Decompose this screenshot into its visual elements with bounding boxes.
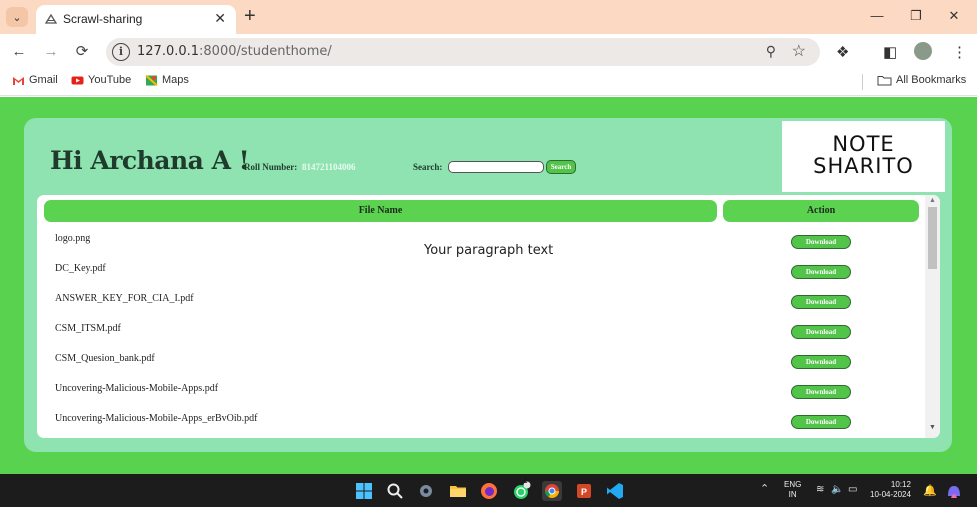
chevron-down-icon: ⌄ <box>12 11 22 24</box>
wifi-icon[interactable]: ≋ <box>816 484 824 495</box>
tab-title: Scrawl-sharing <box>63 12 143 26</box>
download-button[interactable]: Download <box>791 325 851 339</box>
file-name-cell: CSM_ITSM.pdf <box>55 323 121 334</box>
bookmark-gmail[interactable]: Gmail <box>12 74 58 86</box>
search-button[interactable]: Search <box>546 160 576 174</box>
table-row: Uncovering-Malicious-Mobile-Apps_erBvOib… <box>37 410 923 438</box>
folder-icon <box>877 75 892 85</box>
file-name-cell: DC_Key.pdf <box>55 263 106 274</box>
minimize-button[interactable]: — <box>867 8 887 23</box>
roll-number-label: Roll Number: <box>244 162 298 172</box>
files-table: File Name Action logo.png Download DC_Ke… <box>37 195 940 438</box>
file-name-cell: ANSWER_KEY_FOR_CIA_I.pdf <box>55 293 194 304</box>
bookmarks-divider <box>862 74 863 90</box>
chrome-icon[interactable] <box>542 481 562 501</box>
placeholder-paragraph: Your paragraph text <box>424 243 554 258</box>
download-button[interactable]: Download <box>791 295 851 309</box>
restore-button[interactable]: ❐ <box>906 8 926 24</box>
action-header: Action <box>723 200 919 222</box>
tab-close-icon[interactable]: ✕ <box>214 10 226 27</box>
menu-kebab-icon[interactable]: ⋮ <box>952 43 967 61</box>
youtube-icon <box>71 76 84 84</box>
search-input[interactable] <box>448 161 544 173</box>
profile-avatar[interactable] <box>914 42 932 60</box>
download-button[interactable]: Download <box>791 355 851 369</box>
download-button[interactable]: Download <box>791 415 851 429</box>
file-name-header: File Name <box>44 200 717 222</box>
windows-taskbar: 2 P ⌃ ENG IN ≋ 🔈 ▭ 10:12 10-04-2024 🔔 <box>0 474 977 507</box>
search-label: Search: <box>413 162 443 172</box>
window-close-button[interactable]: ✕ <box>944 8 964 24</box>
file-name-cell: CSM_Quesion_bank.pdf <box>55 353 155 364</box>
logo-line-2: SHARITO <box>813 154 914 178</box>
download-button[interactable]: Download <box>791 265 851 279</box>
site-favicon-icon <box>45 13 57 24</box>
copilot-icon[interactable] <box>944 482 964 502</box>
student-home-panel: Hi Archana A ! Roll Number: 814721104006… <box>24 118 952 452</box>
note-sharito-logo: NOTE SHARITO <box>782 121 945 192</box>
start-windows-icon[interactable] <box>354 481 374 501</box>
download-button[interactable]: Download <box>791 385 851 399</box>
notification-bell-icon[interactable]: 🔔 <box>923 484 937 497</box>
bookmark-youtube[interactable]: YouTube <box>71 74 131 86</box>
url-text[interactable]: 127.0.0.1:8000/studenthome/ <box>137 44 332 59</box>
language-indicator[interactable]: ENG IN <box>784 480 801 500</box>
table-scrollbar[interactable]: ▲ ▼ <box>925 195 940 438</box>
download-button[interactable]: Download <box>791 235 851 249</box>
file-name-cell: Uncovering-Malicious-Mobile-Apps.pdf <box>55 383 219 394</box>
scroll-down-icon[interactable]: ▼ <box>929 424 936 431</box>
scroll-up-icon[interactable]: ▲ <box>929 197 936 204</box>
table-row: DC_Key.pdf Download <box>37 260 923 290</box>
whatsapp-icon[interactable] <box>511 481 531 501</box>
extensions-icon[interactable]: ❖ <box>836 43 849 61</box>
settings-gear-icon[interactable] <box>416 481 436 501</box>
browser-toolbar: ← → ⟳ i 127.0.0.1:8000/studenthome/ ⚲ ☆ … <box>0 34 977 70</box>
search-icon[interactable] <box>385 481 405 501</box>
tab-strip: ⌄ Scrawl-sharing ✕ + — ❐ ✕ <box>0 0 977 34</box>
clock[interactable]: 10:12 10-04-2024 <box>870 480 911 500</box>
bookmarks-bar: Gmail YouTube Maps All Bookmarks <box>0 70 977 96</box>
bookmark-star-icon[interactable]: ☆ <box>792 41 806 61</box>
bookmark-maps[interactable]: Maps <box>145 74 189 86</box>
firefox-icon[interactable] <box>479 481 499 501</box>
battery-icon[interactable]: ▭ <box>848 484 857 495</box>
table-row: Uncovering-Malicious-Mobile-Apps.pdf Dow… <box>37 380 923 410</box>
side-panel-icon[interactable]: ◧ <box>883 43 897 61</box>
file-name-cell: logo.png <box>55 233 91 244</box>
logo-line-1: NOTE <box>832 132 895 156</box>
gmail-icon <box>13 76 24 85</box>
site-info-icon[interactable]: i <box>112 43 130 61</box>
browser-tab[interactable]: Scrawl-sharing ✕ <box>36 5 236 34</box>
whatsapp-badge: 2 <box>524 479 528 485</box>
file-name-cell: Uncovering-Malicious-Mobile-Apps_erBvOib… <box>55 413 258 424</box>
maps-icon <box>145 74 158 86</box>
scroll-thumb[interactable] <box>928 207 937 269</box>
zoom-icon[interactable]: ⚲ <box>766 43 776 60</box>
forward-button[interactable]: → <box>41 42 61 62</box>
page-background: Hi Archana A ! Roll Number: 814721104006… <box>0 97 977 474</box>
reload-button[interactable]: ⟳ <box>72 42 92 62</box>
svg-text:P: P <box>581 487 587 497</box>
address-bar[interactable]: i 127.0.0.1:8000/studenthome/ ⚲ ☆ <box>106 38 820 66</box>
table-row: CSM_Quesion_bank.pdf Download <box>37 350 923 380</box>
greeting-heading: Hi Archana A ! <box>50 146 250 175</box>
roll-number-value: 814721104006 <box>302 162 356 172</box>
table-row: ANSWER_KEY_FOR_CIA_I.pdf Download <box>37 290 923 320</box>
back-button[interactable]: ← <box>9 42 29 62</box>
tray-chevron-up-icon[interactable]: ⌃ <box>760 482 769 495</box>
file-explorer-icon[interactable] <box>448 481 468 501</box>
new-tab-button[interactable]: + <box>244 5 256 27</box>
powerpoint-icon[interactable]: P <box>574 481 594 501</box>
vscode-icon[interactable] <box>605 481 625 501</box>
tab-search-button[interactable]: ⌄ <box>6 7 28 27</box>
volume-icon[interactable]: 🔈 <box>831 484 843 495</box>
all-bookmarks-button[interactable]: All Bookmarks <box>877 74 966 86</box>
table-row: CSM_ITSM.pdf Download <box>37 320 923 350</box>
